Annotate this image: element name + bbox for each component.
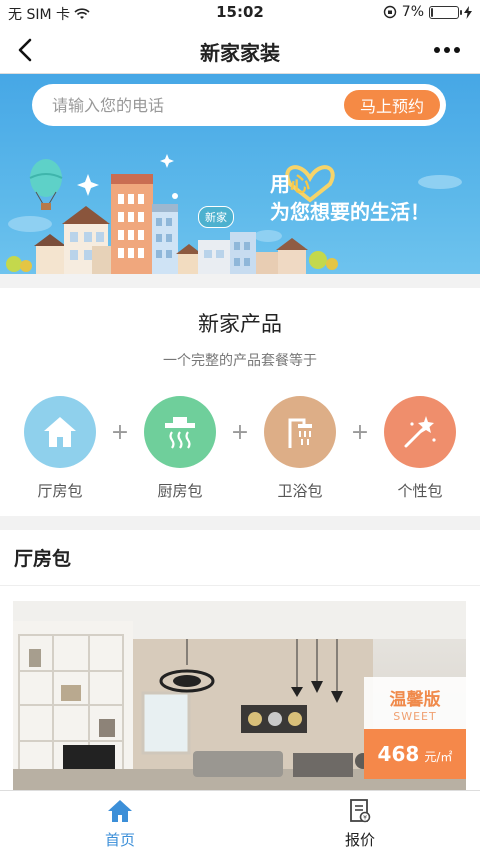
price-box: 468 元/㎡ bbox=[364, 729, 466, 779]
plus-sign: + bbox=[350, 420, 370, 445]
navigation-bar: 新家家装 bbox=[0, 26, 480, 74]
package-label: 卫浴包 bbox=[277, 482, 323, 500]
products-title: 新家产品 bbox=[198, 312, 282, 336]
bottom-tab-bar: 首页 ¥ 报价 bbox=[0, 790, 480, 853]
tab-quote[interactable]: ¥ 报价 bbox=[300, 797, 420, 850]
status-bar: 无 SIM 卡 15:02 7% bbox=[0, 0, 480, 26]
plus-sign: + bbox=[110, 420, 130, 445]
banner-slogan: 用心 为您想要的生活！ bbox=[270, 170, 430, 226]
package-label: 厨房包 bbox=[157, 482, 203, 500]
price-value: 468 bbox=[377, 742, 420, 766]
tab-label: 报价 bbox=[344, 831, 375, 849]
book-now-button[interactable]: 马上预约 bbox=[342, 88, 442, 122]
package-label: 个性包 bbox=[397, 482, 443, 500]
shower-icon bbox=[264, 396, 336, 468]
home-icon bbox=[108, 800, 132, 822]
building-badge: 新家 bbox=[198, 206, 234, 228]
battery-percent: 7% bbox=[401, 4, 424, 20]
phone-search-box: 马上预约 bbox=[32, 84, 446, 126]
tier-label: 温馨版 SWEET bbox=[364, 677, 466, 729]
package-living-room[interactable]: 厅房包 bbox=[24, 396, 96, 501]
charging-icon bbox=[464, 5, 472, 19]
house-icon bbox=[24, 396, 96, 468]
slogan-line2: 为您想要的生活！ bbox=[270, 200, 430, 224]
tab-label: 首页 bbox=[104, 831, 135, 849]
package-card-area: 温馨版 SWEET 468 元/㎡ bbox=[0, 586, 480, 792]
svg-text:¥: ¥ bbox=[363, 815, 367, 822]
slogan-line1-b: 心 bbox=[290, 172, 310, 196]
slogan-line1-a: 用 bbox=[270, 172, 290, 196]
range-hood-icon bbox=[144, 396, 216, 468]
phone-input[interactable] bbox=[52, 84, 342, 126]
package-personal[interactable]: 个性包 bbox=[384, 396, 456, 501]
more-options-icon[interactable] bbox=[434, 40, 464, 60]
tier-name-en: SWEET bbox=[393, 710, 437, 723]
package-label: 厅房包 bbox=[37, 482, 83, 500]
page-title: 新家家装 bbox=[200, 41, 280, 65]
magic-wand-icon bbox=[384, 396, 456, 468]
tab-home[interactable]: 首页 bbox=[60, 797, 180, 850]
orientation-lock-icon bbox=[383, 5, 396, 19]
package-bathroom[interactable]: 卫浴包 bbox=[264, 396, 336, 501]
quote-icon: ¥ bbox=[350, 799, 371, 823]
price-unit: 元/㎡ bbox=[424, 750, 453, 764]
section-title: 厅房包 bbox=[14, 548, 72, 570]
living-room-photo[interactable]: 温馨版 SWEET 468 元/㎡ bbox=[13, 601, 466, 792]
battery-icon bbox=[429, 5, 462, 19]
tier-name: 温馨版 bbox=[389, 690, 441, 710]
products-subtitle: 一个完整的产品套餐等于 bbox=[163, 353, 317, 369]
status-right: 7% bbox=[383, 4, 472, 20]
products-section: 新家产品 一个完整的产品套餐等于 厅房包 + 厨房包 + 卫浴包 + 个性包 bbox=[0, 288, 480, 516]
promo-banner: 马上预约 新家 用心 为您想要的生活！ bbox=[0, 74, 480, 274]
plus-sign: + bbox=[230, 420, 250, 445]
package-kitchen[interactable]: 厨房包 bbox=[144, 396, 216, 501]
section-header: 厅房包 bbox=[0, 530, 480, 586]
price-tag: 温馨版 SWEET 468 元/㎡ bbox=[364, 677, 466, 779]
